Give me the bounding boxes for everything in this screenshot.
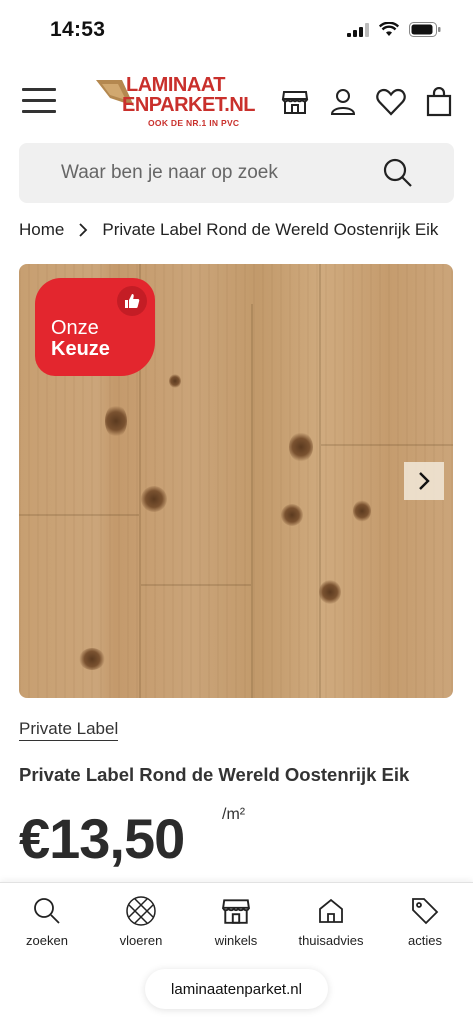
thumbs-up-icon: [117, 286, 147, 316]
product-image[interactable]: Onze Keuze: [19, 264, 453, 698]
wood-knot: [79, 648, 105, 670]
browser-url-bar[interactable]: laminaatenparket.nl: [145, 969, 328, 1009]
wifi-icon: [378, 21, 400, 42]
heart-icon[interactable]: [375, 86, 407, 118]
wood-knot: [353, 500, 371, 522]
wood-knot: [281, 504, 303, 526]
tag-icon: [379, 893, 471, 929]
logo-tagline: OOK DE NR.1 IN PVC: [148, 118, 240, 128]
bottom-navigation: zoeken vloeren winkels thuisadvies actie…: [0, 882, 473, 1024]
search-icon: [1, 893, 93, 929]
nav-item-acties[interactable]: acties: [379, 893, 471, 948]
price-unit: /m²: [222, 806, 246, 823]
plank-seam: [251, 304, 253, 698]
brand-link[interactable]: Private Label: [19, 719, 119, 741]
store-icon[interactable]: [279, 86, 311, 118]
store-icon: [190, 893, 282, 929]
battery-icon: [409, 22, 441, 42]
search-icon[interactable]: [382, 157, 414, 194]
product-title: Private Label Rond de Wereld Oostenrijk …: [19, 764, 410, 785]
product-price: €13,50: [19, 807, 185, 870]
menu-icon-bar: [22, 110, 56, 113]
nav-item-vloeren[interactable]: vloeren: [95, 893, 187, 948]
breadcrumb-home[interactable]: Home: [19, 220, 64, 240]
menu-button[interactable]: [22, 88, 56, 118]
plank-seam: [319, 264, 321, 698]
header-actions: [279, 86, 455, 118]
wood-knot: [319, 580, 341, 604]
floor-pattern-icon: [95, 893, 187, 929]
menu-icon-bar: [22, 99, 56, 102]
nav-label: acties: [408, 933, 442, 948]
chevron-right-icon: [419, 472, 430, 490]
our-choice-badge: Onze Keuze: [35, 278, 155, 376]
search-bar: [19, 143, 454, 203]
nav-label: thuisadvies: [298, 933, 364, 948]
badge-text-line2: Keuze: [51, 338, 110, 360]
plank-seam: [321, 444, 453, 446]
wood-knot: [105, 404, 127, 438]
status-icons: [347, 21, 441, 42]
next-image-button[interactable]: [404, 462, 444, 500]
nav-item-winkels[interactable]: winkels: [190, 893, 282, 948]
breadcrumb-current: Private Label Rond de Wereld Oostenrijk …: [102, 220, 439, 239]
search-input[interactable]: [61, 162, 391, 184]
nav-label: zoeken: [26, 933, 68, 948]
chevron-right-icon: [78, 222, 88, 238]
account-icon[interactable]: [327, 86, 359, 118]
site-header: LAMINAAT ENPARKET.NL OOK DE NR.1 IN PVC: [0, 62, 473, 142]
wood-knot: [289, 432, 313, 462]
plank-seam: [19, 514, 139, 516]
status-bar: 14:53: [0, 0, 473, 62]
home-icon: [285, 893, 377, 929]
wood-knot: [169, 374, 181, 388]
badge-text-line1: Onze: [51, 317, 99, 339]
breadcrumb: Home Private Label Rond de Wereld Oosten…: [19, 220, 438, 240]
menu-icon-bar: [22, 88, 56, 91]
nav-label: winkels: [214, 933, 258, 948]
bag-icon[interactable]: [423, 86, 455, 118]
logo-text-line2: ENPARKET.NL: [122, 94, 256, 116]
nav-item-thuisadvies[interactable]: thuisadvies: [285, 893, 377, 948]
signal-icon: [347, 22, 369, 42]
logo[interactable]: LAMINAAT ENPARKET.NL OOK DE NR.1 IN PVC: [96, 74, 256, 134]
status-time: 14:53: [50, 18, 106, 41]
plank-seam: [141, 584, 251, 586]
nav-item-zoeken[interactable]: zoeken: [1, 893, 93, 948]
wood-knot: [141, 486, 167, 512]
nav-label: vloeren: [119, 933, 163, 948]
